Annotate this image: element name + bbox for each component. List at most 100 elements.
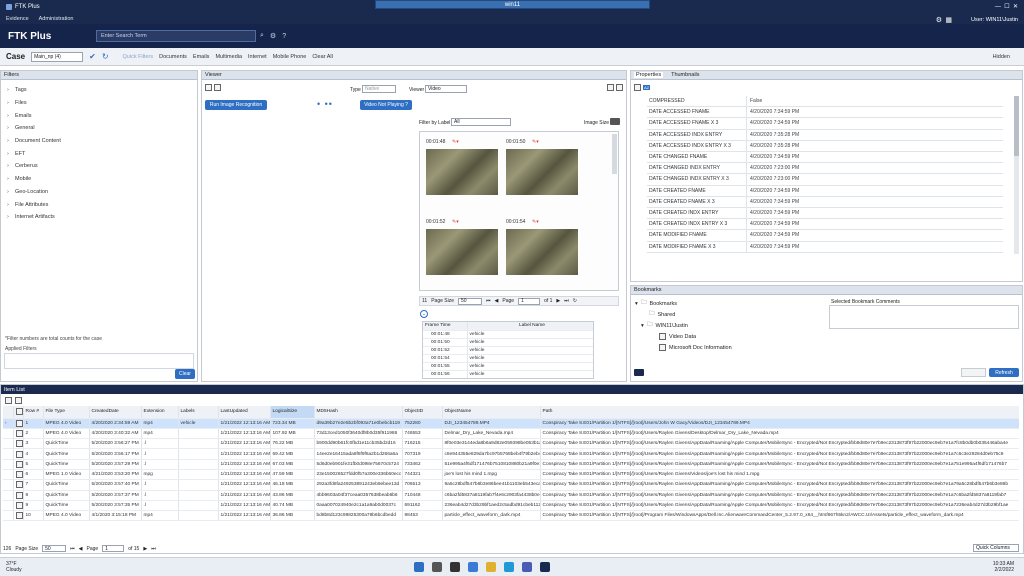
quick-filters-button[interactable]: Quick Filters	[123, 54, 154, 60]
bookmark-ms-doc[interactable]: Microsoft Doc Information	[635, 342, 732, 353]
print-icon[interactable]	[5, 396, 12, 404]
refresh-icon[interactable]: ↻	[102, 52, 109, 61]
emails-menu[interactable]: Emails	[193, 54, 210, 60]
thumbnail-2[interactable]: 00:01:50 ✎▾	[506, 139, 578, 211]
row-checkbox[interactable]	[13, 428, 24, 440]
filter-eft[interactable]: › EFT	[1, 147, 197, 160]
quick-columns-select[interactable]: Quick Columns	[973, 544, 1019, 552]
col-label-name[interactable]: Label Name	[467, 322, 593, 331]
internet-menu[interactable]: Internet	[248, 54, 267, 60]
tab-thumbnails[interactable]: Thumbnails	[671, 72, 699, 78]
gear-icon[interactable]: ⚙	[936, 16, 942, 24]
table-row[interactable]: 7 QuickTime 5/20/2020 3:57:40 PM .l 1/21/202…	[3, 479, 1019, 491]
store-icon[interactable]	[522, 562, 532, 572]
filter-file-attributes[interactable]: › File Attributes	[1, 198, 197, 211]
first-page-icon[interactable]: ⏮	[70, 546, 75, 552]
filter-tags[interactable]: › Tags	[1, 84, 197, 97]
first-page-icon[interactable]: ⏮	[486, 298, 491, 304]
col-md5-hash[interactable]: MD5Hash	[314, 406, 403, 419]
table-row[interactable]: 4 QuickTime 5/20/2020 3:56:17 PM .l 1/21/202…	[3, 448, 1019, 460]
expand-icon[interactable]: ⌄	[420, 310, 428, 318]
property-row[interactable]: COMPRESSED False	[647, 96, 1003, 108]
col-object-name[interactable]: ObjectName	[442, 406, 541, 419]
table-row[interactable]: 2 MPEG 4.0 Video 4/20/2020 3:40:32 AM mp4 1/…	[3, 428, 1019, 440]
bookmark-secondary-button[interactable]	[961, 368, 986, 377]
menu-evidence[interactable]: Evidence	[6, 16, 29, 22]
start-icon[interactable]	[414, 562, 424, 572]
property-row[interactable]: DATE ACCESSED INDX ENTRY X 3 4/20/2020 7:…	[647, 140, 1003, 152]
widgets-icon[interactable]	[468, 562, 478, 572]
property-row[interactable]: DATE CREATED INDX ENTRY X 3 4/20/2020 7:3…	[647, 219, 1003, 231]
col-object-id[interactable]: ObjectID	[402, 406, 443, 419]
image-size-slider[interactable]	[610, 118, 620, 125]
row-checkbox[interactable]	[13, 469, 24, 481]
table-row[interactable]: 00:01:48 vehicle	[423, 330, 593, 339]
run-image-recognition-button[interactable]: Run Image Recognition	[205, 100, 267, 110]
viewer-select[interactable]: Video	[425, 85, 467, 93]
col-last-updated[interactable]: LastUpdated	[218, 406, 271, 419]
user-label[interactable]: User: WIN11\Justin	[971, 17, 1018, 23]
scroll-thumb[interactable]	[1014, 96, 1019, 156]
property-row[interactable]: DATE ACCESSED FNAME X 3 4/20/2020 7:34:59…	[647, 118, 1003, 130]
task-view-icon[interactable]	[450, 562, 460, 572]
row-checkbox[interactable]	[13, 438, 24, 450]
bookmark-root[interactable]: ▾ 🗀 Bookmarks	[635, 298, 732, 309]
next-page-icon[interactable]: ▶	[556, 298, 560, 304]
page-size-select[interactable]: 50	[458, 297, 482, 305]
type-select[interactable]: Native	[362, 85, 396, 93]
col-logical-size[interactable]: LogicalSize	[270, 406, 315, 419]
col-extension[interactable]: Extension	[141, 406, 179, 419]
property-row[interactable]: DATE ACCESSED FNAME 4/20/2020 7:34:59 PM	[647, 107, 1003, 119]
filter-document-content[interactable]: › Document Content	[1, 135, 197, 148]
table-row[interactable]: 00:01:56 vehicle	[423, 370, 593, 378]
bookmark-user[interactable]: ▾ 🗀 WIN11\Justin	[635, 320, 732, 331]
hidden-button[interactable]: Hidden	[993, 54, 1010, 60]
check-icon[interactable]: ✔	[89, 52, 96, 61]
page-input[interactable]: 1	[518, 297, 541, 305]
properties-scrollbar[interactable]	[1014, 96, 1019, 254]
property-row[interactable]: DATE MODIFIED FNAME 4/20/2020 7:34:59 PM	[647, 230, 1003, 242]
col-labels[interactable]: Labels	[178, 406, 219, 419]
row-checkbox[interactable]	[13, 479, 24, 491]
mobile-phone-menu[interactable]: Mobile Phone	[273, 54, 307, 60]
prev-page-icon[interactable]: ◀	[79, 546, 83, 552]
settings-icon[interactable]: ⚙	[270, 32, 276, 40]
video-not-playing-button[interactable]: Video Not Playing ?	[360, 100, 412, 110]
menu-administration[interactable]: Administration	[39, 16, 74, 22]
checkbox[interactable]	[659, 333, 666, 340]
export-icon[interactable]	[15, 396, 22, 404]
clear-filters-button[interactable]: Clear	[175, 369, 195, 379]
table-row[interactable]: 3 QuickTime 5/20/2020 3:56:27 PM .l 1/21/202…	[3, 438, 1019, 450]
row-checkbox[interactable]	[13, 490, 24, 501]
table-row[interactable]: 00:01:55 vehicle	[423, 362, 593, 371]
property-row[interactable]: DATE MODIFIED FNAME X 3 4/20/2020 7:34:59…	[647, 241, 1003, 253]
documents-menu[interactable]: Documents	[159, 54, 187, 60]
table-row[interactable]: 00:01:54 vehicle	[423, 354, 593, 363]
clock[interactable]: 10:33 AM 2/2/2022	[993, 561, 1014, 573]
filter-geo-location[interactable]: › Geo-Location	[1, 186, 197, 199]
filter-emails[interactable]: › Emails	[1, 109, 197, 122]
next-page-icon[interactable]: ▶	[143, 546, 147, 552]
ftk-icon[interactable]	[540, 562, 550, 572]
table-row[interactable]: 5 QuickTime 5/20/2020 3:57:29 PM .l 1/21/202…	[3, 459, 1019, 470]
property-row[interactable]: DATE ACCESSED INDX ENTRY 4/20/2020 7:35:2…	[647, 129, 1003, 141]
filter-files[interactable]: › Files	[1, 97, 197, 110]
last-page-icon[interactable]: ⏭	[564, 298, 569, 304]
row-checkbox[interactable]	[13, 459, 24, 470]
property-row[interactable]: DATE CREATED FNAME 4/20/2020 7:34:59 PM	[647, 185, 1003, 197]
search-input[interactable]: Enter Search Term	[96, 30, 256, 42]
sort-az-icon[interactable]: AZ	[643, 85, 651, 90]
weather-widget[interactable]: 37°F Cloudy	[6, 561, 46, 573]
checkbox[interactable]	[659, 344, 666, 351]
table-row[interactable]: › 1 MPEG 4.0 Video 4/20/2020 2:34:59 AM mp4 v…	[3, 418, 1019, 429]
page-icon[interactable]	[205, 84, 212, 91]
multimedia-menu[interactable]: Multimedia	[215, 54, 242, 60]
case-select[interactable]: Main_np (4)	[31, 51, 84, 62]
last-page-icon[interactable]: ⏭	[151, 546, 156, 552]
row-checkbox[interactable]	[13, 500, 24, 512]
row-checkbox[interactable]	[13, 510, 24, 522]
grid-icon[interactable]: ▦	[945, 16, 952, 24]
bookmark-action-icon[interactable]	[634, 369, 644, 376]
clear-all-button[interactable]: Clear All	[312, 54, 332, 60]
col-path[interactable]: Path	[540, 406, 1019, 419]
